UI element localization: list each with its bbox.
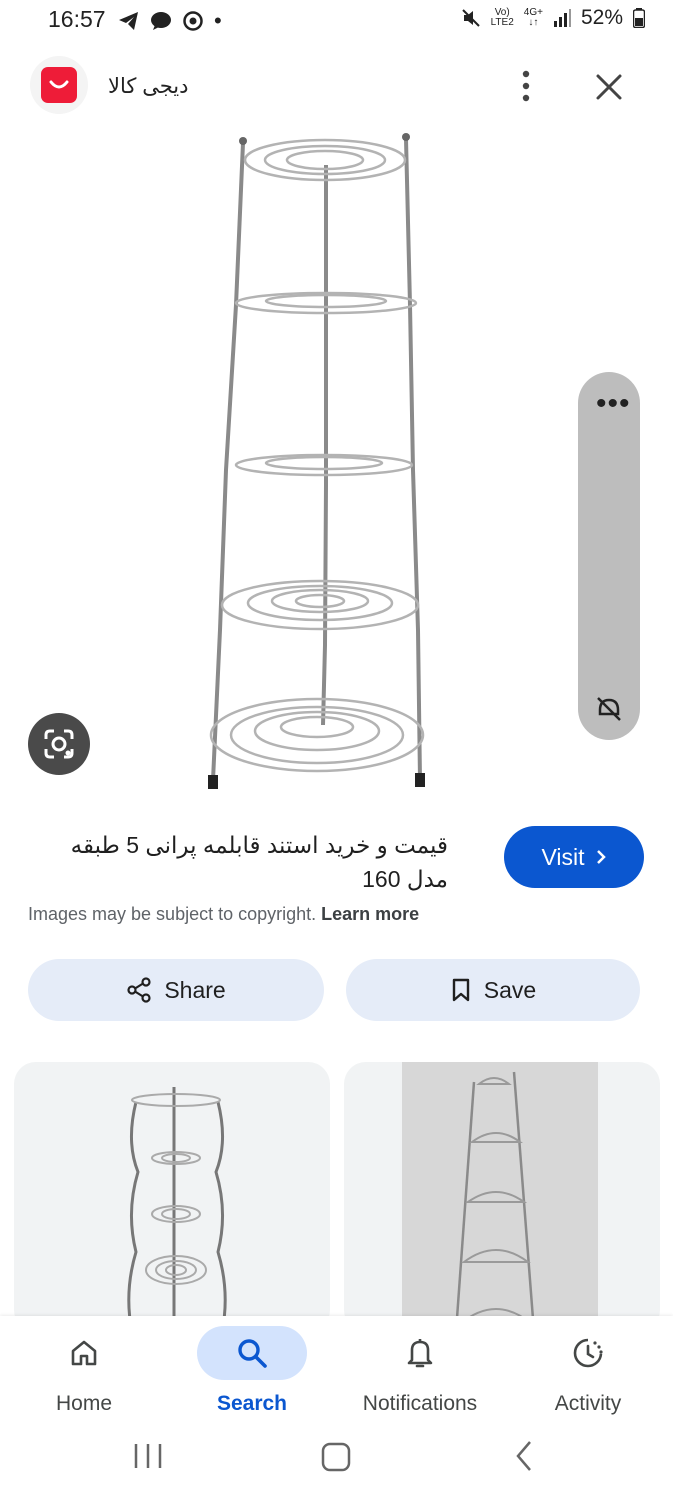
status-time: 16:57 [48, 6, 106, 32]
status-bar: 16:57 • Vo) LTE2 4G+ ↓↑ 52% [0, 0, 673, 44]
share-label: Share [164, 976, 226, 1003]
panel-more-icon[interactable]: ••• [596, 389, 631, 419]
recent-apps-button[interactable] [134, 1444, 162, 1468]
nav-activity[interactable]: Activity [504, 1316, 672, 1426]
nav-activity-label: Activity [554, 1392, 622, 1415]
notification-icons: • [118, 8, 222, 34]
activity-icon [573, 1338, 603, 1368]
more-options-icon[interactable] [512, 68, 540, 104]
nav-home[interactable]: Home [0, 1316, 168, 1426]
site-logo[interactable] [30, 56, 88, 114]
back-system-button[interactable] [516, 1441, 531, 1471]
sync-icon [183, 11, 203, 31]
save-label: Save [483, 976, 537, 1003]
more-notifications-dot: • [214, 8, 222, 33]
visit-label: Visit [541, 843, 585, 870]
learn-more-link[interactable]: Learn more [321, 904, 419, 924]
product-image[interactable] [40, 125, 600, 805]
search-icon [238, 1339, 267, 1368]
lens-icon [44, 729, 74, 759]
share-button[interactable]: Share [28, 959, 324, 1021]
title-line-2: مدل 160 [362, 866, 448, 892]
site-name[interactable]: دیجی کالا [108, 74, 188, 99]
volte-indicator: Vo) LTE2 [490, 7, 514, 28]
bell-icon [407, 1339, 433, 1368]
network-indicator: 4G+ ↓↑ [523, 7, 543, 28]
google-lens-button[interactable] [28, 713, 90, 775]
battery-percent: 52% [580, 6, 623, 29]
related-corner-stand-image [402, 1062, 598, 1332]
chevron-right-icon [596, 850, 606, 864]
smile-logo-icon [49, 80, 69, 89]
nav-notifications-label: Notifications [362, 1392, 478, 1415]
result-title[interactable]: قیمت و خرید استند قابلمه پرانی 5 طبقه مد… [28, 828, 448, 896]
nav-search-label: Search [216, 1392, 288, 1415]
related-pot-stand-image [127, 1087, 227, 1332]
mute-icon [461, 9, 480, 27]
related-image-1[interactable] [14, 1062, 330, 1332]
hide-panel-icon[interactable] [594, 694, 624, 724]
signal-icon [553, 9, 571, 27]
chat-icon [151, 12, 171, 30]
home-system-button[interactable] [321, 1442, 351, 1472]
telegram-icon [119, 12, 138, 30]
home-icon [71, 1340, 97, 1366]
copyright-notice: Images may be subject to copyright. Lear… [28, 904, 420, 924]
nav-search[interactable]: Search [168, 1316, 336, 1426]
system-navigation-bar [134, 1441, 531, 1472]
close-icon[interactable] [590, 68, 628, 106]
visit-button[interactable]: Visit [504, 826, 644, 888]
result-header: دیجی کالا [0, 52, 673, 122]
title-line-1: قیمت و خرید استند قابلمه پرانی 5 طبقه [70, 832, 448, 858]
system-indicators: Vo) LTE2 4G+ ↓↑ 52% [461, 6, 645, 30]
battery-icon [633, 8, 645, 28]
share-icon [127, 977, 151, 1003]
related-image-2[interactable] [344, 1062, 660, 1332]
save-button[interactable]: Save [346, 959, 640, 1021]
nav-notifications[interactable]: Notifications [336, 1316, 504, 1426]
nav-home-label: Home [55, 1392, 113, 1415]
bookmark-icon [452, 978, 469, 1002]
side-panel[interactable]: ••• [578, 372, 640, 740]
